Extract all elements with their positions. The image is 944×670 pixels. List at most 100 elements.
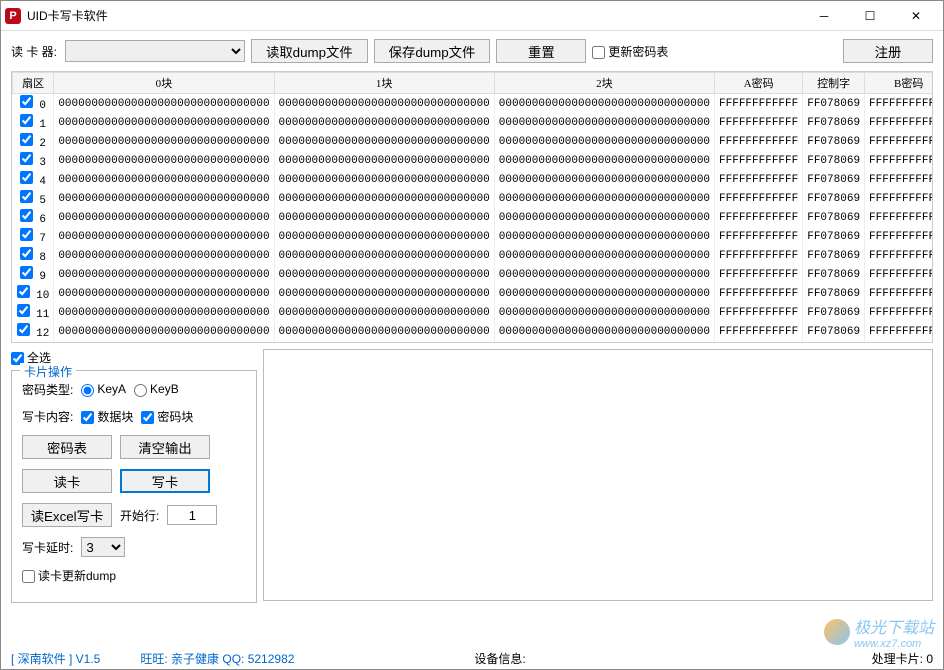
- cell-pwdA[interactable]: FFFFFFFFFFFF: [715, 151, 803, 170]
- cell-pwdA[interactable]: FFFFFFFFFFFF: [715, 227, 803, 246]
- cell-ctrl[interactable]: FF078069: [803, 170, 865, 189]
- cell-pwdA[interactable]: FFFFFFFFFFFF: [715, 113, 803, 132]
- cell-pwdB[interactable]: FFFFFFFFFFFF: [865, 284, 933, 303]
- close-button[interactable]: ✕: [893, 1, 939, 31]
- cell-block2[interactable]: 00000000000000000000000000000000: [494, 322, 714, 341]
- minimize-button[interactable]: ─: [801, 1, 847, 31]
- pwdtable-button[interactable]: 密码表: [22, 435, 112, 459]
- cell-block1[interactable]: 00000000000000000000000000000000: [274, 208, 494, 227]
- row-checkbox[interactable]: [20, 171, 33, 184]
- cell-pwdA[interactable]: FFFFFFFFFFFF: [715, 94, 803, 114]
- cell-ctrl[interactable]: FF078069: [803, 94, 865, 114]
- row-checkbox[interactable]: [17, 285, 30, 298]
- cell-pwdB[interactable]: FFFFFFFFFFFF: [865, 303, 933, 322]
- keyA-radio[interactable]: KeyA: [81, 382, 126, 396]
- cell-block1[interactable]: 00000000000000000000000000000000: [274, 246, 494, 265]
- row-checkbox[interactable]: [20, 95, 33, 108]
- cell-pwdB[interactable]: FFFFFFFFFFFF: [865, 132, 933, 151]
- cell-block2[interactable]: 00000000000000000000000000000000: [494, 246, 714, 265]
- cell-pwdB[interactable]: FFFFFFFFFFFF: [865, 322, 933, 341]
- cell-block2[interactable]: 00000000000000000000000000000000: [494, 151, 714, 170]
- cell-block2[interactable]: 00000000000000000000000000000000: [494, 303, 714, 322]
- cell-pwdA[interactable]: FFFFFFFFFFFF: [715, 170, 803, 189]
- row-checkbox[interactable]: [20, 228, 33, 241]
- cell-pwdB[interactable]: FFFFFFFFFFFF: [865, 208, 933, 227]
- cell-block0[interactable]: 00000000000000000000000000000000: [54, 151, 274, 170]
- cell-block0[interactable]: 00000000000000000000000000000000: [54, 170, 274, 189]
- cell-block0[interactable]: 00000000000000000000000000000000: [54, 341, 274, 343]
- data-block-checkbox[interactable]: 数据块: [81, 408, 133, 425]
- read-update-dump-checkbox[interactable]: 读卡更新dump: [22, 567, 116, 584]
- save-dump-button[interactable]: 保存dump文件: [374, 39, 491, 63]
- cell-block0[interactable]: 00000000000000000000000000000000: [54, 303, 274, 322]
- write-card-button[interactable]: 写卡: [120, 469, 210, 493]
- row-checkbox[interactable]: [17, 323, 30, 336]
- cell-block1[interactable]: 00000000000000000000000000000000: [274, 341, 494, 343]
- cell-block1[interactable]: 00000000000000000000000000000000: [274, 151, 494, 170]
- cell-block2[interactable]: 00000000000000000000000000000000: [494, 113, 714, 132]
- cell-block1[interactable]: 00000000000000000000000000000000: [274, 303, 494, 322]
- cell-block2[interactable]: 00000000000000000000000000000000: [494, 265, 714, 284]
- cell-ctrl[interactable]: FF078069: [803, 303, 865, 322]
- write-delay-select[interactable]: 3: [81, 537, 125, 557]
- cell-block1[interactable]: 00000000000000000000000000000000: [274, 227, 494, 246]
- cell-pwdA[interactable]: FFFFFFFFFFFF: [715, 284, 803, 303]
- cell-ctrl[interactable]: FF078069: [803, 189, 865, 208]
- cell-pwdB[interactable]: FFFFFFFFFFFF: [865, 170, 933, 189]
- cell-block0[interactable]: 00000000000000000000000000000000: [54, 265, 274, 284]
- cell-pwdB[interactable]: FFFFFFFFFFFF: [865, 94, 933, 114]
- cell-pwdA[interactable]: FFFFFFFFFFFF: [715, 189, 803, 208]
- cell-block0[interactable]: 00000000000000000000000000000000: [54, 284, 274, 303]
- cell-block0[interactable]: 00000000000000000000000000000000: [54, 132, 274, 151]
- cell-block1[interactable]: 00000000000000000000000000000000: [274, 94, 494, 114]
- cell-block0[interactable]: 00000000000000000000000000000000: [54, 208, 274, 227]
- cell-ctrl[interactable]: FF078069: [803, 284, 865, 303]
- cell-block2[interactable]: 00000000000000000000000000000000: [494, 341, 714, 343]
- cell-ctrl[interactable]: FF078069: [803, 322, 865, 341]
- reset-button[interactable]: 重置: [496, 39, 586, 63]
- cell-block1[interactable]: 00000000000000000000000000000000: [274, 322, 494, 341]
- cell-pwdA[interactable]: FFFFFFFFFFFF: [715, 341, 803, 343]
- keyB-radio[interactable]: KeyB: [134, 382, 179, 396]
- output-textarea[interactable]: [263, 349, 933, 601]
- cell-ctrl[interactable]: FF078069: [803, 113, 865, 132]
- row-checkbox[interactable]: [20, 247, 33, 260]
- cell-block1[interactable]: 00000000000000000000000000000000: [274, 284, 494, 303]
- row-checkbox[interactable]: [20, 152, 33, 165]
- cell-block2[interactable]: 00000000000000000000000000000000: [494, 189, 714, 208]
- cell-block0[interactable]: 00000000000000000000000000000000: [54, 94, 274, 114]
- cell-ctrl[interactable]: FF078069: [803, 227, 865, 246]
- cell-pwdB[interactable]: FFFFFFFFFFFF: [865, 189, 933, 208]
- cell-block0[interactable]: 00000000000000000000000000000000: [54, 189, 274, 208]
- cell-ctrl[interactable]: FF078069: [803, 246, 865, 265]
- cell-pwdA[interactable]: FFFFFFFFFFFF: [715, 246, 803, 265]
- cell-block0[interactable]: 00000000000000000000000000000000: [54, 227, 274, 246]
- cell-pwdA[interactable]: FFFFFFFFFFFF: [715, 322, 803, 341]
- cell-pwdB[interactable]: FFFFFFFFFFFF: [865, 113, 933, 132]
- cell-pwdB[interactable]: FFFFFFFFFFFF: [865, 341, 933, 343]
- row-checkbox[interactable]: [17, 304, 30, 317]
- cell-block2[interactable]: 00000000000000000000000000000000: [494, 170, 714, 189]
- cell-ctrl[interactable]: FF078069: [803, 208, 865, 227]
- cell-pwdB[interactable]: FFFFFFFFFFFF: [865, 227, 933, 246]
- cell-block1[interactable]: 00000000000000000000000000000000: [274, 189, 494, 208]
- row-checkbox[interactable]: [20, 266, 33, 279]
- cell-block2[interactable]: 00000000000000000000000000000000: [494, 227, 714, 246]
- cell-block1[interactable]: 00000000000000000000000000000000: [274, 170, 494, 189]
- cell-pwdA[interactable]: FFFFFFFFFFFF: [715, 303, 803, 322]
- cell-block0[interactable]: 00000000000000000000000000000000: [54, 246, 274, 265]
- cell-pwdB[interactable]: FFFFFFFFFFFF: [865, 265, 933, 284]
- cell-block0[interactable]: 00000000000000000000000000000000: [54, 322, 274, 341]
- start-row-input[interactable]: [167, 505, 217, 525]
- cell-block0[interactable]: 00000000000000000000000000000000: [54, 113, 274, 132]
- cell-pwdB[interactable]: FFFFFFFFFFFF: [865, 151, 933, 170]
- cell-block1[interactable]: 00000000000000000000000000000000: [274, 132, 494, 151]
- reader-select[interactable]: [65, 40, 245, 62]
- maximize-button[interactable]: ☐: [847, 1, 893, 31]
- read-card-button[interactable]: 读卡: [22, 469, 112, 493]
- cell-block2[interactable]: 00000000000000000000000000000000: [494, 94, 714, 114]
- row-checkbox[interactable]: [17, 342, 30, 343]
- cell-pwdA[interactable]: FFFFFFFFFFFF: [715, 208, 803, 227]
- row-checkbox[interactable]: [20, 190, 33, 203]
- row-checkbox[interactable]: [20, 209, 33, 222]
